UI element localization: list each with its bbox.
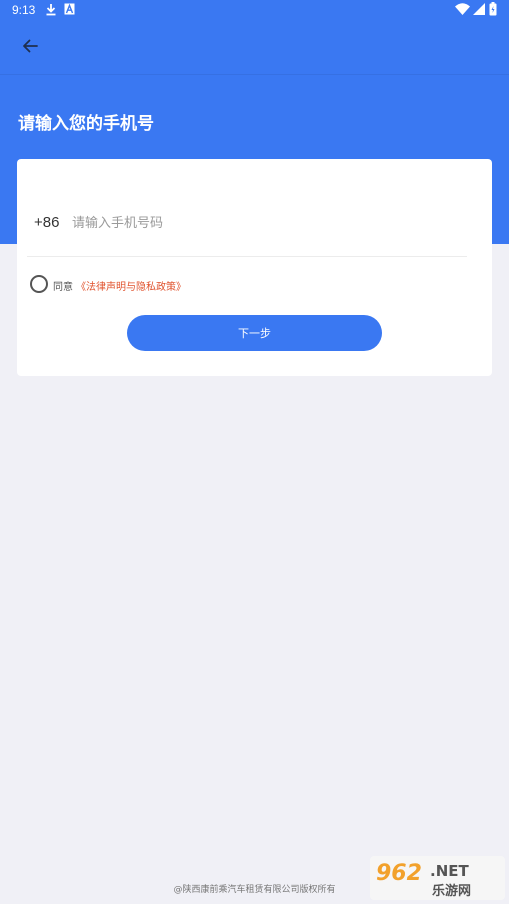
toolbar [0, 20, 509, 75]
watermark-logo: 962 .NET 乐游网 [370, 856, 505, 900]
svg-text:乐游网: 乐游网 [432, 883, 471, 899]
text-a-icon [64, 3, 75, 18]
country-code[interactable]: +86 [34, 214, 59, 231]
download-icon [45, 3, 57, 19]
phone-input[interactable] [72, 209, 452, 237]
policy-link[interactable]: 《法律声明与隐私政策》 [76, 278, 186, 293]
agree-label: 同意 [53, 282, 73, 293]
agree-radio[interactable] [30, 275, 48, 293]
toolbar-divider [0, 74, 509, 75]
signal-icon [473, 3, 485, 18]
input-divider [27, 256, 467, 257]
next-button[interactable]: 下一步 [127, 315, 382, 351]
battery-icon [489, 2, 497, 19]
svg-text:.NET: .NET [430, 862, 469, 880]
next-button-label: 下一步 [238, 327, 271, 340]
back-button[interactable] [16, 34, 44, 62]
status-bar: 9:13 [0, 0, 509, 20]
page-title: 请输入您的手机号 [18, 114, 154, 134]
login-card: +86 同意 《法律声明与隐私政策》 下一步 [17, 159, 492, 376]
arrow-left-icon [21, 37, 39, 59]
svg-text:962: 962 [376, 861, 422, 886]
wifi-icon [455, 3, 470, 18]
status-time: 9:13 [12, 3, 36, 17]
